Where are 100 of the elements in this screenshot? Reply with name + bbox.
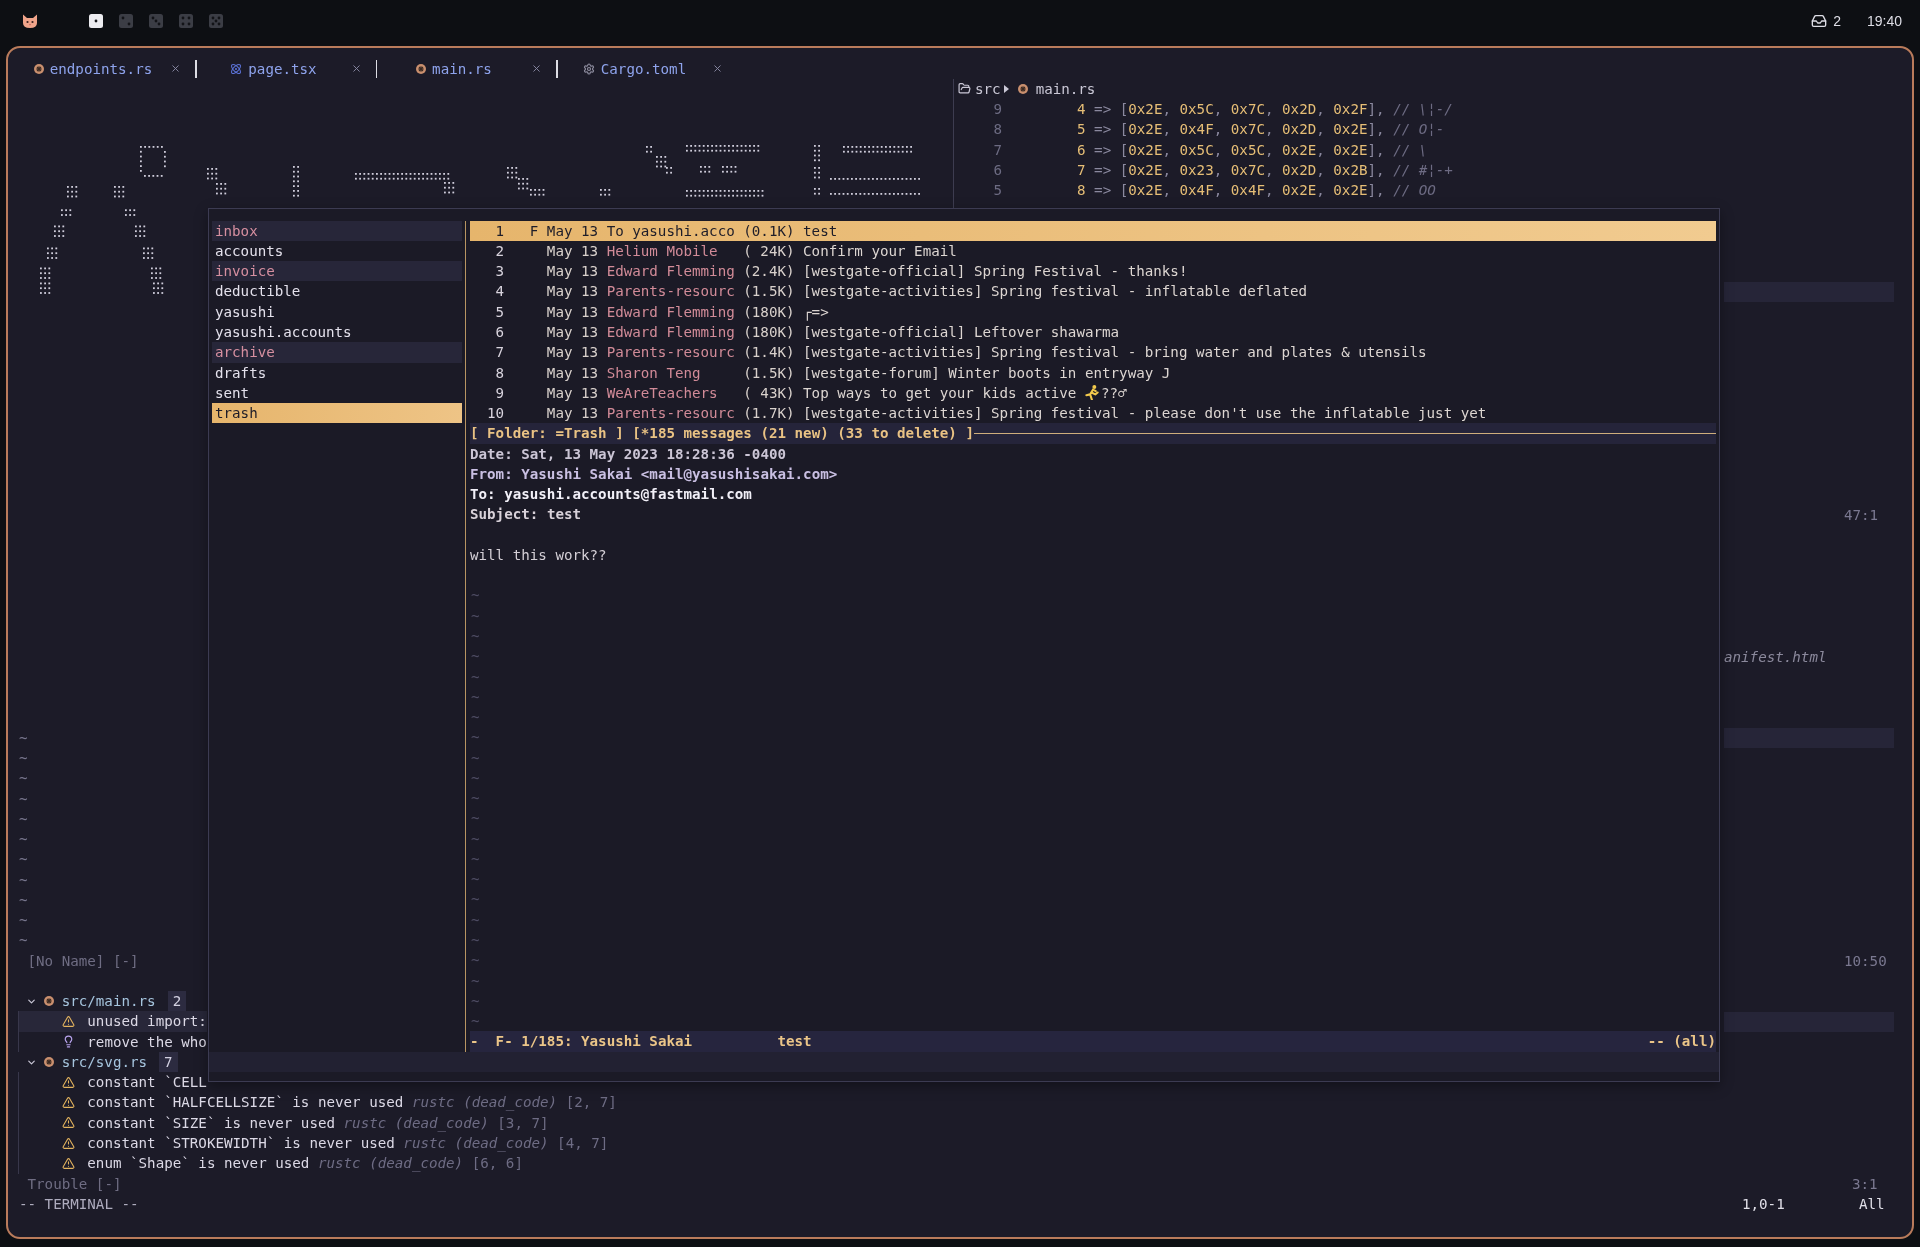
folder-item[interactable]: deductible (212, 281, 462, 302)
close-icon[interactable] (531, 63, 542, 75)
code-line: 8 => [0x2E, 0x4F, 0x4F, 0x2E, 0x2E], // OO (1077, 181, 1436, 201)
close-icon[interactable] (350, 63, 362, 75)
filler-line: ~ (471, 931, 480, 950)
file-name[interactable]: src/svg.rs (61, 1051, 148, 1073)
cursor-position: 3:1 (1852, 1174, 1878, 1194)
gear-icon (582, 62, 595, 75)
filler-line: ~ (471, 586, 480, 606)
filler-line: ~ (19, 911, 28, 931)
filler-line: ~ (471, 870, 480, 890)
tab[interactable]: endpoints.rs (16, 58, 195, 79)
filler-line: ~ (19, 769, 28, 789)
message-body: will this work?? (470, 545, 607, 565)
filler-line: ~ (19, 728, 28, 748)
cursor-position: 10:50 (1844, 951, 1887, 971)
filler-line: ~ (471, 890, 480, 910)
filler-line: ~ (471, 789, 480, 809)
folder-status: [ Folder: =Trash ] [*185 messages (21 new) (33 to delete) ] (470, 424, 974, 444)
cat-icon[interactable] (22, 14, 38, 28)
cursor-position: 1,0-1 (1742, 1196, 1785, 1212)
filler-line: ~ (471, 768, 480, 788)
message-row[interactable]: 6 May 13 Edward Flemming (180K) [westgate-official] Leftover shawarma (470, 322, 1716, 343)
atom-icon (230, 62, 243, 75)
header-line: From: Yasushi Sakai <mail@yasushisakai.com> (470, 464, 838, 484)
filler-line: ~ (471, 606, 480, 626)
filler-line: ~ (19, 809, 28, 829)
dice-icon[interactable] (89, 14, 103, 28)
warning-icon (61, 1116, 75, 1130)
inbox-icon[interactable] (1811, 13, 1828, 29)
tab[interactable]: main.rs (377, 58, 556, 79)
warning-icon (61, 1156, 75, 1170)
breadcrumb-file[interactable]: main.rs (1035, 78, 1096, 100)
diagnostic-row[interactable]: constant `CELL (19, 1072, 207, 1093)
diagnostic-row[interactable]: enum `Shape` is never used rustc (dead_code) [6, 6] (19, 1153, 523, 1174)
header-line: Date: Sat, 13 May 2023 18:28:36 -0400 (470, 444, 787, 464)
tab[interactable]: page.tsx (196, 58, 376, 79)
message-row[interactable]: 3 May 13 Edward Flemming (2.4K) [westgate-official] Spring Festival - thanks! (470, 261, 1716, 282)
pager-status-text: - F- 1/185: Yasushi Sakai (470, 1032, 693, 1052)
header-line: Subject: test (470, 505, 582, 525)
asterisk-icon (1017, 83, 1028, 94)
line-number: 9 (992, 100, 1002, 120)
cursor-position: 47:1 (1844, 505, 1879, 525)
line-number: 7 (992, 140, 1002, 160)
folder-item[interactable]: yasushi.accounts (212, 322, 462, 343)
message-row[interactable]: 9 May 13 WeAreTeachers ( 43K) Top ways to get your kids active ??♂ (470, 382, 1716, 404)
filler-line: ~ (471, 627, 480, 646)
folder-item[interactable]: trash (212, 403, 462, 424)
count-badge: 2 (167, 991, 187, 1012)
window-status: [No Name] [-] (27, 951, 139, 971)
message-row[interactable]: 8 May 13 Sharon Teng (1.5K) [westgate-forum] Winter boots in entryway J (470, 362, 1716, 383)
breadcrumb-folder[interactable]: src (975, 78, 1001, 100)
warning-icon (61, 1136, 75, 1150)
folder-item[interactable]: drafts (212, 362, 462, 383)
header-line: To: yasushi.accounts@fastmail.com (470, 485, 752, 505)
filler-line: ~ (471, 829, 480, 849)
folder-item[interactable]: yasushi (212, 301, 462, 322)
filler-line: ~ (19, 748, 28, 768)
folder-item[interactable]: inbox (212, 220, 462, 241)
filler-line: ~ (19, 830, 28, 850)
diagnostic-row[interactable]: constant `SIZE` is never used rustc (dead_code) [3, 7] (19, 1112, 549, 1133)
filler-line: ~ (471, 708, 480, 728)
diagnostic-row[interactable]: remove the who (19, 1031, 207, 1052)
tab[interactable]: Cargo.toml (557, 58, 737, 79)
file-name[interactable]: src/main.rs (61, 991, 156, 1012)
warning-icon (61, 1015, 75, 1029)
filler-line: ~ (19, 931, 28, 951)
filler-line: ~ (471, 1012, 480, 1032)
warning-icon (61, 1075, 75, 1089)
folder-item[interactable]: accounts (212, 240, 462, 262)
message-row[interactable]: 4 May 13 Parents-resourc (1.5K) [westgate-activities] Spring festival - inflatable deflated (470, 281, 1716, 302)
message-row[interactable]: 1 F May 13 To yasushi.acco (0.1K) test (470, 220, 1716, 241)
filler-line: ~ (19, 870, 28, 890)
diagnostic-row[interactable]: constant `HALFCELLSIZE` is never used rustc (dead_code) [2, 7] (19, 1092, 617, 1113)
close-icon[interactable] (711, 63, 723, 75)
file-name: anifest.html (1724, 647, 1827, 667)
folder-item[interactable]: sent (212, 382, 462, 404)
notification-count: 2 (1833, 11, 1841, 31)
filler-line: ~ (471, 951, 480, 971)
filler-line: ~ (471, 849, 480, 869)
filler-line: ~ (471, 971, 480, 991)
message-row[interactable]: 2 May 13 Helium Mobile ( 24K) Confirm your Email (470, 240, 1716, 262)
asterisk-icon (416, 63, 427, 74)
message-row[interactable]: 10 May 13 Parents-resourc (1.7K) [westgate-activities] Spring festival - please don't use the inflatable just yet (470, 403, 1716, 424)
mode-indicator: -- TERMINAL -- (19, 1196, 139, 1212)
panel-status: Trouble [-] (27, 1174, 122, 1194)
message-row[interactable]: 7 May 13 Parents-resourc (1.4K) [westgate-activities] Spring festival - bring water and plates & utensils (470, 342, 1716, 363)
folder-item[interactable]: invoice (212, 261, 462, 282)
code-line: 7 => [0x2E, 0x23, 0x7C, 0x2D, 0x2B], // #¦-+ (1077, 160, 1453, 180)
asterisk-icon (33, 63, 44, 74)
diagnostic-row[interactable]: constant `STROKEWIDTH` is never used rustc (dead_code) [4, 7] (19, 1133, 609, 1154)
folder-item[interactable]: archive (212, 342, 462, 363)
filler-line: ~ (471, 728, 480, 748)
message-row[interactable]: 5 May 13 Edward Flemming (180K) ┌=> (470, 301, 1716, 322)
code-line: 6 => [0x2E, 0x5C, 0x5C, 0x2E, 0x2E], // \ (1077, 140, 1428, 160)
diagnostic-row[interactable]: unused import: (19, 1011, 207, 1032)
filler-line: ~ (471, 910, 480, 930)
filler-line: ~ (19, 890, 28, 910)
close-icon[interactable] (170, 63, 181, 75)
line-number: 8 (992, 120, 1002, 140)
